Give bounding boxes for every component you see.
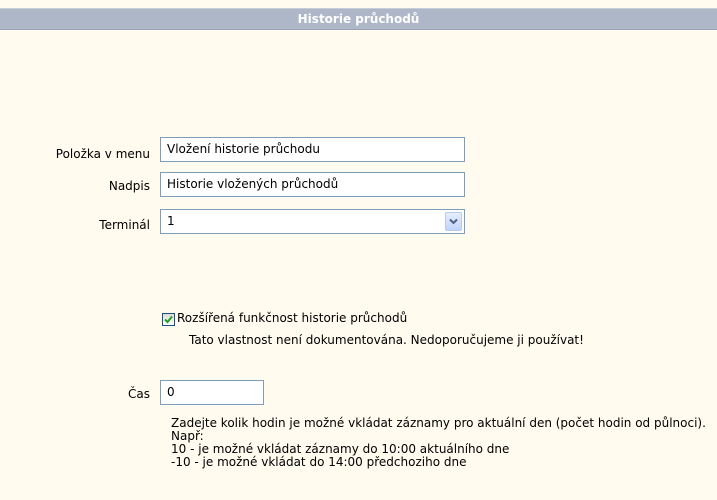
time-help-line: -10 - je možné vkládat do 14:00 předchoz… xyxy=(171,455,467,469)
terminal-select[interactable]: 1 xyxy=(160,209,465,234)
terminal-label: Terminál xyxy=(99,218,150,232)
heading-input[interactable]: Historie vložených průchodů xyxy=(160,172,465,197)
page-title: Historie průchodů xyxy=(297,12,420,26)
page-header: Historie průchodů xyxy=(0,8,717,30)
extended-note: Tato vlastnost není dokumentována. Nedop… xyxy=(189,333,584,347)
menu-item-input[interactable]: Vložení historie průchodu xyxy=(160,137,465,162)
extended-checkbox-label: Rozšířená funkčnost historie průchodů xyxy=(177,311,408,325)
heading-label: Nadpis xyxy=(108,179,150,193)
check-icon xyxy=(164,315,173,324)
time-help: Zadejte kolik hodin je možné vkládat záz… xyxy=(171,417,706,469)
time-label: Čas xyxy=(128,387,150,401)
chevron-down-icon[interactable] xyxy=(445,212,462,231)
time-help-line: Zadejte kolik hodin je možné vkládat záz… xyxy=(171,416,706,430)
time-input[interactable]: 0 xyxy=(160,380,264,405)
menu-item-label: Položka v menu xyxy=(55,147,150,161)
extended-checkbox[interactable] xyxy=(162,313,175,326)
terminal-selected-value: 1 xyxy=(167,214,175,228)
